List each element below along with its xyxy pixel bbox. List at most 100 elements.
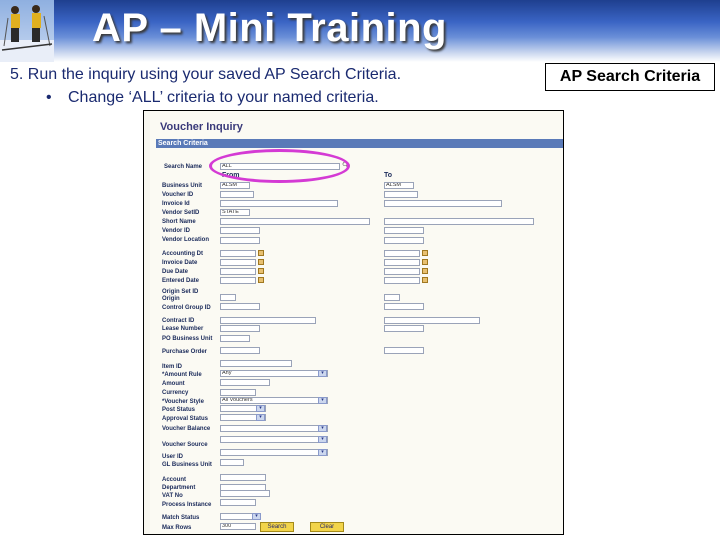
vat-no-input[interactable] [220,490,270,497]
gl-business-unit-input[interactable] [220,459,244,466]
calendar-icon[interactable] [422,277,428,283]
voucher-id-label: Voucher ID [162,192,194,198]
accounting-dt-label: Accounting Dt [162,251,203,257]
step-text: 5. Run the inquiry using your saved AP S… [10,66,402,83]
short-name-to-input[interactable] [384,218,534,225]
due-date-label: Due Date [162,269,189,275]
calendar-icon[interactable] [422,268,428,274]
vendor-id-label: Vendor ID [162,228,191,234]
purchase-order-label: Purchase Order [162,349,208,355]
callout-box: AP Search Criteria [545,63,715,91]
vat-no-label: VAT No [162,493,183,499]
entered-date-label: Entered Date [162,278,200,284]
invoice-date-from-input[interactable] [220,259,256,266]
origin-label: Origin [162,296,180,302]
calendar-icon[interactable] [422,259,428,265]
purchase-order-to-input[interactable] [384,347,424,354]
due-date-from-input[interactable] [220,268,256,275]
invoice-id-to-input[interactable] [384,200,502,207]
calendar-icon[interactable] [422,250,428,256]
process-instance-input[interactable] [220,499,256,506]
chevron-down-icon[interactable]: ▾ [318,436,327,443]
origin-to-input[interactable] [384,294,400,301]
account-input[interactable] [220,474,266,481]
search-button[interactable]: Search [260,522,294,532]
business-unit-to-input[interactable]: ALSM [384,182,414,189]
post-status-label: Post Status [162,407,196,413]
lease-number-to-input[interactable] [384,325,424,332]
chevron-down-icon[interactable]: ▾ [252,513,261,520]
calendar-icon[interactable] [258,259,264,265]
chevron-down-icon[interactable]: ▾ [318,449,327,456]
entered-date-from-input[interactable] [220,277,256,284]
entered-date-to-input[interactable] [384,277,420,284]
approval-status-label: Approval Status [162,416,209,422]
vendor-id-to-input[interactable] [384,227,424,234]
po-business-unit-input[interactable] [220,335,250,342]
voucher-id-from-input[interactable] [220,191,254,198]
gl-business-unit-label: GL Business Unit [162,462,212,468]
amount-input[interactable] [220,379,270,386]
skiers-logo [0,0,54,62]
amount-rule-select[interactable]: Any [220,370,328,377]
amount-label: Amount [162,381,185,387]
process-instance-label: Process Instance [162,502,212,508]
vendor-location-to-input[interactable] [384,237,424,244]
control-group-to-input[interactable] [384,303,424,310]
vendor-setid-input[interactable]: STATE [220,209,250,216]
max-rows-label: Max Rows [162,525,192,531]
voucher-id-to-input[interactable] [384,191,418,198]
voucher-balance-label: Voucher Balance [162,426,211,432]
chevron-down-icon[interactable]: ▾ [256,414,265,421]
invoice-date-to-input[interactable] [384,259,420,266]
calendar-icon[interactable] [258,268,264,274]
contract-id-from-input[interactable] [220,317,316,324]
chevron-down-icon[interactable]: ▾ [256,405,265,412]
accounting-dt-from-input[interactable] [220,250,256,257]
voucher-source-select[interactable] [220,436,328,443]
max-rows-input[interactable]: 300 [220,523,256,530]
vendor-setid-label: Vendor SetID [162,210,200,216]
department-label: Department [162,485,196,491]
vendor-id-from-input[interactable] [220,227,260,234]
contract-id-to-input[interactable] [384,317,480,324]
user-id-select[interactable] [220,449,328,456]
to-header: To [384,172,393,179]
section-header: Search Criteria [156,139,563,148]
clear-button[interactable]: Clear [310,522,344,532]
short-name-from-input[interactable] [220,218,370,225]
invoice-id-from-input[interactable] [220,200,338,207]
bullet-item: • Change ‘ALL’ criteria to your named cri… [46,89,379,107]
calendar-icon[interactable] [258,277,264,283]
voucher-source-label: Voucher Source [162,442,208,448]
origin-set-id-label: Origin Set ID [162,289,199,295]
voucher-inquiry-screenshot: Voucher Inquiry Search Criteria Search N… [143,110,564,535]
search-name-highlight-circle [209,149,350,183]
po-business-unit-label: PO Business Unit [162,336,213,342]
account-label: Account [162,477,186,483]
control-group-id-label: Control Group ID [162,305,211,311]
match-status-label: Match Status [162,515,200,521]
calendar-icon[interactable] [258,250,264,256]
accounting-dt-to-input[interactable] [384,250,420,257]
inquiry-page: Voucher Inquiry Search Criteria Search N… [150,111,563,534]
currency-input[interactable] [220,389,256,396]
chevron-down-icon[interactable]: ▾ [318,397,327,404]
due-date-to-input[interactable] [384,268,420,275]
lease-number-from-input[interactable] [220,325,260,332]
chevron-down-icon[interactable]: ▾ [318,370,327,377]
item-id-label: Item ID [162,364,183,370]
origin-from-input[interactable] [220,294,236,301]
lease-number-label: Lease Number [162,326,204,332]
business-unit-from-input[interactable]: ALSM [220,182,250,189]
purchase-order-from-input[interactable] [220,347,260,354]
voucher-style-select[interactable]: All Vouchers [220,397,328,404]
business-unit-label: Business Unit [162,183,203,189]
contract-id-label: Contract ID [162,318,195,324]
vendor-location-from-input[interactable] [220,237,260,244]
item-id-input[interactable] [220,360,292,367]
chevron-down-icon[interactable]: ▾ [318,425,327,432]
user-id-label: User ID [162,454,184,460]
control-group-from-input[interactable] [220,303,260,310]
voucher-balance-select[interactable] [220,425,328,432]
